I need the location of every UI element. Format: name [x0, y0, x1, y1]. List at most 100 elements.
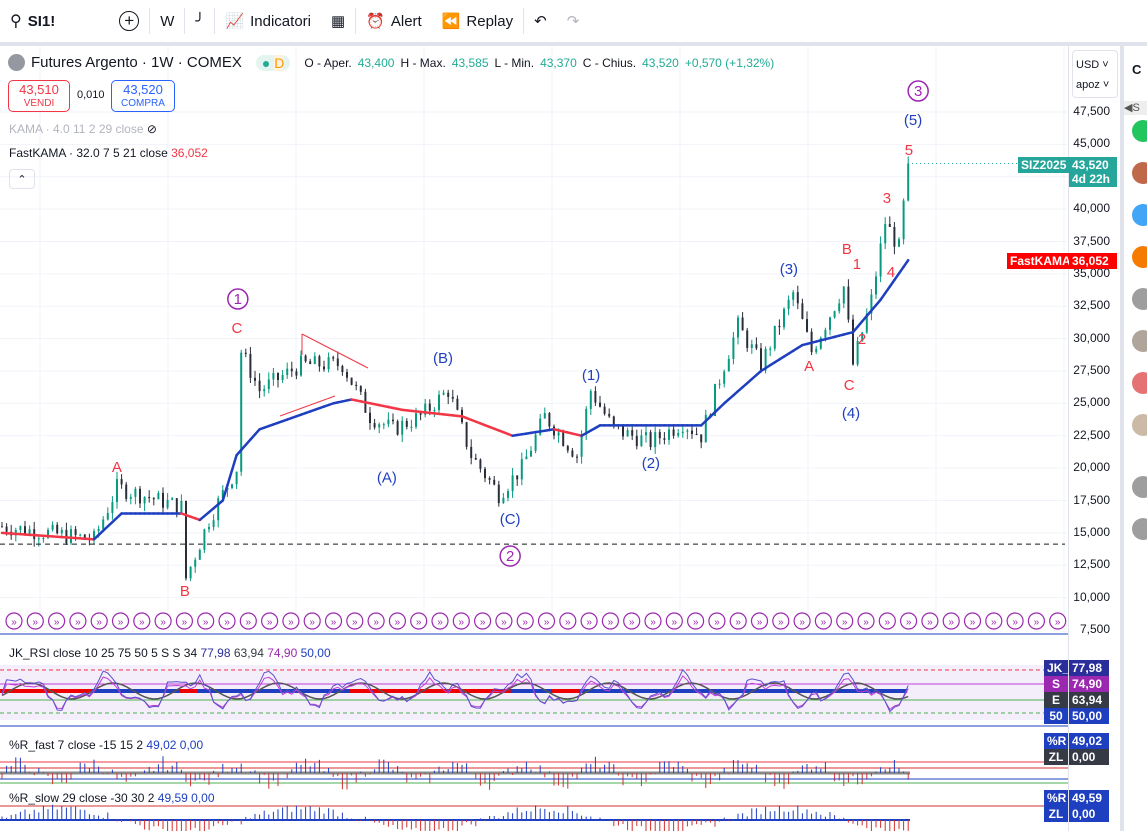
candle-body [622, 426, 624, 437]
indicators-button[interactable]: 📈 Indicatori [215, 6, 321, 36]
candle-body [346, 372, 348, 378]
replay-marker-icon: » [1034, 617, 1040, 628]
redo-button[interactable]: ↷ [557, 6, 590, 36]
candle-body [341, 366, 344, 373]
candle-body [70, 529, 72, 544]
fastkama-line [226, 469, 234, 487]
candle-body [272, 372, 275, 380]
redo-icon: ↷ [566, 13, 580, 30]
candle-body [658, 432, 661, 439]
candle-body [847, 286, 850, 320]
wave-label: A [804, 358, 814, 375]
replay-marker-icon: » [906, 617, 912, 628]
alarm-icon: ⏰ [366, 13, 385, 30]
candle-body [281, 375, 284, 380]
candle-body [875, 276, 877, 295]
pane-tag-label: %R [1044, 733, 1068, 749]
collapse-legend-button[interactable]: ⌃ [9, 169, 35, 189]
candle-body [465, 422, 468, 447]
chart-type-button[interactable]: ╯ [185, 6, 214, 36]
symbol-search[interactable]: ⚲ SI1! [0, 6, 65, 36]
candle-body [626, 430, 629, 437]
buy-button[interactable]: 43,520 COMPRA [111, 80, 175, 112]
price-tick: 25,000 [1073, 395, 1110, 410]
price-chart[interactable]: 1CAB(A)(B)(C)2(1)(2)(3)AB12C(4)345(5)3»»… [0, 46, 1068, 831]
last-price-tag: 43,520 4d 22h [1069, 157, 1117, 187]
pane-tag-value: 77,98 [1069, 660, 1109, 676]
wave-label: C [231, 320, 242, 337]
undo-button[interactable]: ↶ [524, 6, 557, 36]
pane-tag-label: %R [1044, 790, 1068, 806]
currency-select[interactable]: USD ˅ [1076, 55, 1114, 75]
candle-body [879, 243, 882, 277]
pane-tag-value: 0,00 [1069, 806, 1109, 822]
replay-marker-icon: » [757, 617, 763, 628]
wave-label: 1 [234, 291, 242, 308]
watchlist-symbol-icon[interactable] [1132, 120, 1147, 142]
candle-body [502, 497, 505, 504]
candle-body [189, 566, 192, 579]
wave-label: (2) [642, 455, 660, 472]
replay-marker-icon: » [395, 617, 401, 628]
watchlist-symbol-icon[interactable] [1132, 204, 1147, 226]
interval-button[interactable]: W [150, 6, 184, 36]
candle-body [309, 361, 312, 365]
pane-tag-label: E [1044, 692, 1068, 708]
wave-label: (5) [904, 112, 922, 129]
candle-body [318, 356, 321, 367]
candle-body [566, 445, 569, 451]
watchlist-symbol-icon[interactable] [1132, 518, 1147, 540]
fastkama-legend[interactable]: FastKAMA · 32.0 7 5 21 close 36,052 [9, 146, 208, 160]
candle-body [359, 386, 362, 392]
watchlist-symbol-icon[interactable] [1132, 476, 1147, 498]
candle-body [833, 311, 836, 318]
candle-body [635, 435, 638, 447]
wave-label: 5 [905, 142, 913, 159]
candle-body [497, 484, 500, 504]
sell-button[interactable]: 43,510 VENDI [8, 80, 70, 112]
compare-button[interactable]: + [109, 6, 149, 36]
rslow-legend[interactable]: %R_slow 29 close -30 30 2 49,59 0,00 [9, 791, 215, 805]
candle-body [203, 529, 206, 550]
watchlist-symbol-icon[interactable] [1132, 330, 1147, 352]
candle-body [686, 430, 689, 432]
pane-tag-label: 50 [1044, 708, 1068, 724]
replay-button[interactable]: ⏪ Replay [432, 6, 523, 36]
candle-body [773, 325, 776, 349]
watchlist-symbol-icon[interactable] [1132, 162, 1147, 184]
watchlist-symbol-icon[interactable] [1132, 372, 1147, 394]
replay-marker-icon: » [224, 617, 230, 628]
candle-body [829, 317, 831, 330]
candle-body [419, 413, 422, 415]
layouts-button[interactable]: ▦ [321, 6, 355, 36]
alert-button[interactable]: ⏰ Alert [356, 6, 432, 36]
candle-body [42, 537, 45, 539]
candle-body [378, 424, 381, 428]
candle-body [576, 456, 578, 458]
market-status-badge: ● D [255, 54, 291, 71]
scale-select[interactable]: apoz ˅ [1076, 75, 1114, 95]
candle-body [888, 223, 891, 227]
rfast-legend[interactable]: %R_fast 7 close -15 15 2 49,02 0,00 [9, 738, 203, 752]
wave-label: C [844, 377, 855, 394]
watchlist-symbol-icon[interactable] [1132, 246, 1147, 268]
candle-body [493, 479, 496, 485]
rsi-legend[interactable]: JK_RSI close 10 25 75 50 5 S S 34 77,98 … [9, 646, 331, 660]
candle-body [438, 394, 440, 411]
bars-icon: ╯ [195, 13, 205, 30]
kama-legend[interactable]: KAMA · 4.0 11 2 29 close ⊘ [9, 122, 157, 136]
symbol-title[interactable]: Futures Argento · 1W · COMEX [31, 54, 242, 71]
candle-body [571, 450, 574, 457]
hidden-eye-icon: ⊘ [146, 122, 157, 136]
candle-body [663, 438, 666, 440]
currency-scale-box[interactable]: USD ˅ apoz ˅ [1072, 50, 1118, 98]
replay-marker-icon: » [459, 617, 465, 628]
candle-body [548, 413, 551, 427]
price-change: +0,570 (+1,32%) [684, 55, 775, 70]
replay-marker-icon: » [948, 617, 954, 628]
candle-body [194, 559, 197, 567]
replay-marker-icon: » [885, 617, 891, 628]
watchlist-symbol-icon[interactable] [1132, 414, 1147, 436]
watchlist-symbol-icon[interactable] [1132, 288, 1147, 310]
candle-body [543, 413, 546, 419]
